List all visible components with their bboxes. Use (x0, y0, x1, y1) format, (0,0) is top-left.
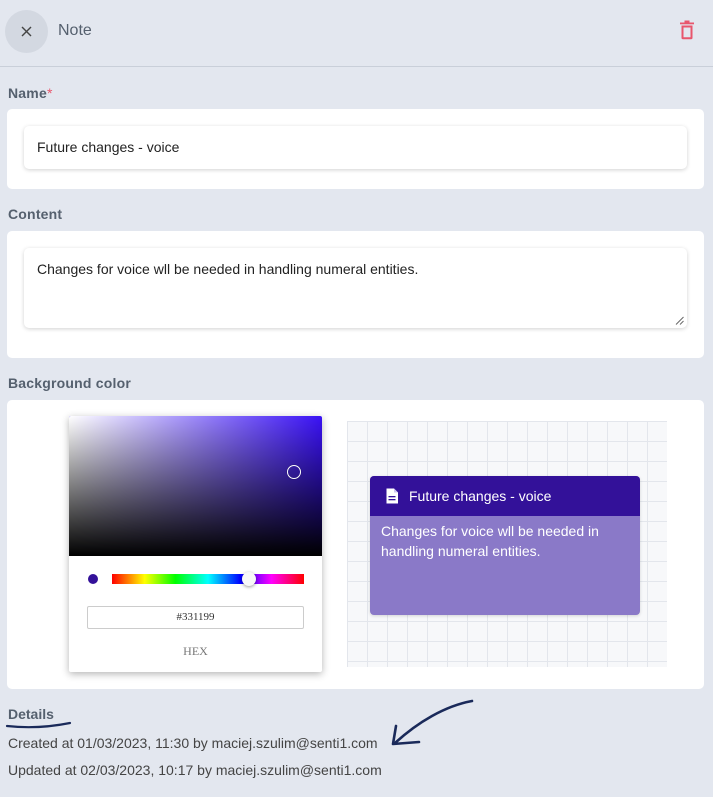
note-preview-title: Future changes - voice (409, 488, 552, 504)
page-title: Note (58, 22, 92, 39)
background-color-label: Background color (8, 375, 131, 391)
resize-handle[interactable] (675, 316, 684, 325)
saturation-cursor[interactable] (287, 465, 301, 479)
hex-input[interactable]: #331199 (87, 606, 304, 629)
close-icon (21, 26, 32, 37)
name-label: Name* (8, 85, 53, 101)
created-info: Created at 01/03/2023, 11:30 by maciej.s… (8, 735, 378, 751)
details-title: Details (8, 706, 54, 722)
content-card: Changes for voice wll be needed in handl… (7, 231, 704, 358)
note-header: Note (0, 0, 713, 67)
hex-format-label[interactable]: HEX (87, 644, 304, 659)
required-mark: * (46, 85, 53, 101)
note-preview-body: Changes for voice wll be needed in handl… (381, 523, 599, 559)
updated-info: Updated at 02/03/2023, 10:17 by maciej.s… (8, 762, 382, 778)
name-input[interactable]: Future changes - voice (24, 126, 687, 169)
content-text: Changes for voice wll be needed in handl… (37, 261, 419, 277)
content-textarea[interactable]: Changes for voice wll be needed in handl… (24, 248, 687, 328)
current-color-swatch (88, 574, 98, 584)
content-label: Content (8, 206, 63, 222)
hue-slider[interactable] (112, 574, 304, 584)
note-preview: Future changes - voice Changes for voice… (370, 476, 640, 615)
note-preview-header: Future changes - voice (370, 476, 640, 516)
trash-icon[interactable] (678, 20, 696, 40)
saturation-area[interactable] (69, 416, 322, 556)
document-icon (386, 488, 398, 504)
close-button[interactable] (5, 10, 48, 53)
color-picker: #331199 HEX (69, 416, 322, 672)
background-color-card: #331199 HEX Future changes - voice Chang… (7, 400, 704, 689)
name-card: Future changes - voice (7, 109, 704, 189)
note-preview-area: Future changes - voice Changes for voice… (347, 421, 667, 667)
hue-slider-thumb[interactable] (242, 572, 256, 586)
